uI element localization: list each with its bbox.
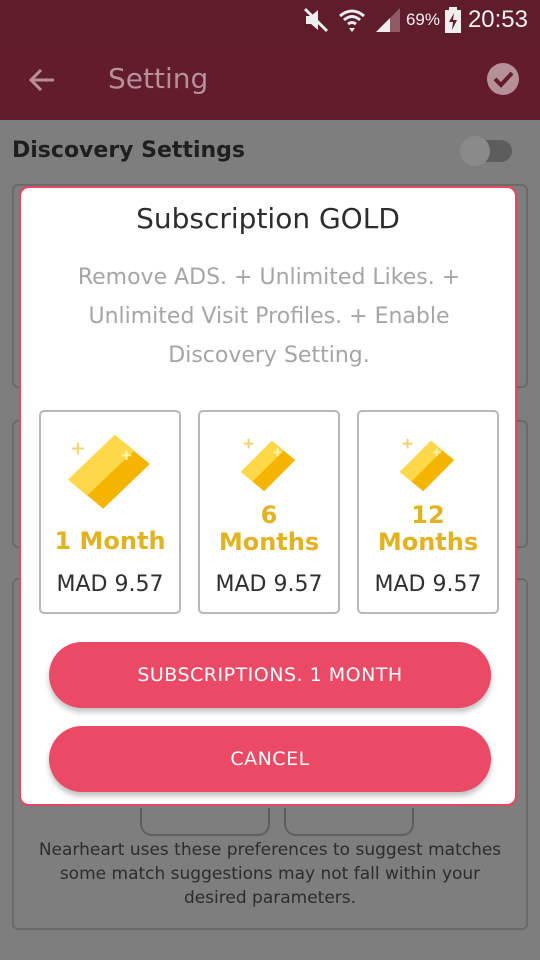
check-icon[interactable]	[486, 62, 520, 96]
dialog-description: Remove ADS. + Unlimited Likes. + Unlimit…	[77, 265, 461, 368]
wifi-icon	[339, 9, 365, 32]
plan-duration: 12 Months	[377, 501, 479, 556]
subscription-dialog: Subscription GOLD Remove ADS. + Unlimite…	[19, 186, 517, 806]
option-pill-2[interactable]	[284, 808, 414, 836]
cancel-button[interactable]: CANCEL	[49, 726, 491, 792]
status-bar: 69% 20:53	[0, 0, 540, 40]
plan-12-months[interactable]: 12 Months MAD 9.57	[357, 410, 499, 614]
dialog-title: Subscription GOLD	[136, 202, 400, 235]
battery-percent: 69%	[405, 10, 440, 29]
battery-charging-icon	[445, 7, 461, 33]
plan-duration: 1 Month	[54, 527, 166, 555]
back-arrow-icon[interactable]	[26, 64, 58, 96]
option-pill-1[interactable]	[140, 808, 270, 836]
plan-duration: 6 Months	[218, 501, 320, 556]
discovery-toggle[interactable]	[460, 136, 512, 166]
plan-1-month[interactable]: 1 Month MAD 9.57	[39, 410, 181, 614]
toolbar: Setting	[0, 40, 540, 120]
signal-icon	[376, 8, 400, 32]
plan-price: MAD 9.57	[56, 572, 164, 597]
gold-bar-icon	[68, 434, 150, 509]
gold-bar-icon	[399, 438, 455, 492]
discovery-settings-label: Discovery Settings	[12, 138, 246, 163]
mute-icon	[303, 7, 329, 33]
toggle-knob	[460, 136, 490, 166]
preferences-note: Nearheart uses these preferences to sugg…	[38, 840, 502, 908]
plan-price: MAD 9.57	[215, 572, 323, 597]
gold-bar-icon	[240, 438, 296, 492]
plan-price: MAD 9.57	[374, 572, 482, 597]
clock: 20:53	[467, 6, 528, 33]
page-title: Setting	[108, 62, 209, 95]
plan-6-months[interactable]: 6 Months MAD 9.57	[198, 410, 340, 614]
subscribe-button[interactable]: SUBSCRIPTIONS. 1 MONTH	[49, 642, 491, 708]
